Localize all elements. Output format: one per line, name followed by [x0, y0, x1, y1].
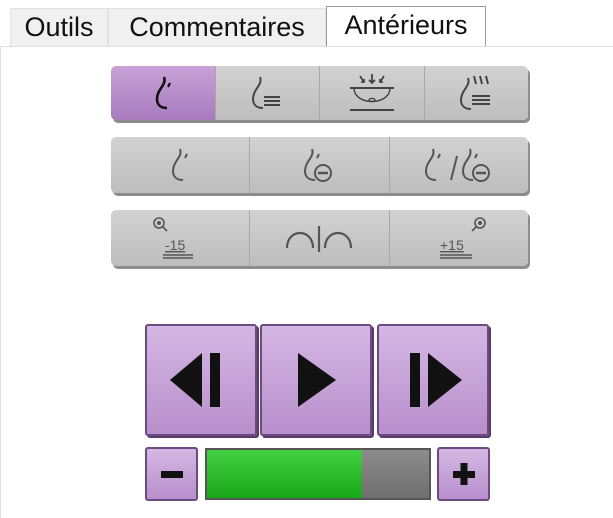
speed-slider-fill: [207, 450, 363, 498]
tab-anterieurs[interactable]: Antérieurs: [326, 6, 486, 46]
angle-plus-button[interactable]: +15: [389, 210, 528, 266]
angle-split-button[interactable]: [250, 210, 390, 266]
angle-plus-label: +15: [440, 237, 464, 253]
breast-slices-icon: [460, 75, 491, 110]
play-button[interactable]: [260, 324, 372, 436]
plus-icon: [452, 463, 475, 485]
play-icon: [298, 353, 336, 407]
step-forward-button[interactable]: [377, 324, 489, 436]
tab-outils-label: Outils: [24, 12, 94, 42]
angle-minus-button[interactable]: -15: [111, 210, 251, 266]
step-back-icon: [170, 353, 220, 407]
mode-slices-button[interactable]: [424, 66, 528, 120]
speed-decrease-button[interactable]: [145, 447, 198, 501]
speed-slider-track: [362, 450, 429, 498]
breast-minus-icon: [304, 148, 333, 182]
breast-icon: [155, 76, 171, 110]
mode-breast-button[interactable]: [111, 66, 216, 120]
mode-strip: [111, 66, 528, 120]
breast-icon: [172, 148, 189, 181]
view-breast-button[interactable]: [111, 137, 251, 193]
speed-increase-button[interactable]: [437, 447, 490, 501]
angle-plus-icon: +15: [439, 217, 486, 259]
speed-slider[interactable]: [205, 448, 431, 500]
angle-minus-icon: -15: [153, 217, 194, 259]
split-arc-icon: [286, 226, 353, 252]
compression-paddle-icon: [349, 74, 394, 111]
view-split-button[interactable]: [389, 137, 528, 193]
tab-divider: [0, 46, 613, 47]
mode-breast-lines-button[interactable]: [215, 66, 320, 120]
angle-strip: -15 +15: [111, 210, 528, 266]
panel-border: [0, 46, 1, 518]
view-strip: [111, 137, 528, 193]
breast-split-minus-icon: [424, 148, 490, 182]
step-back-button[interactable]: [145, 324, 257, 436]
step-forward-icon: [410, 353, 462, 407]
tab-commentaires[interactable]: Commentaires: [108, 8, 326, 46]
minus-icon: [160, 471, 183, 478]
breast-with-lines-icon: [252, 76, 281, 109]
mode-compression-button[interactable]: [320, 66, 425, 120]
tab-anterieurs-label: Antérieurs: [344, 10, 468, 40]
angle-minus-label: -15: [165, 237, 185, 253]
tab-outils[interactable]: Outils: [10, 8, 108, 46]
tab-commentaires-label: Commentaires: [129, 12, 305, 42]
view-breast-minus-button[interactable]: [250, 137, 390, 193]
